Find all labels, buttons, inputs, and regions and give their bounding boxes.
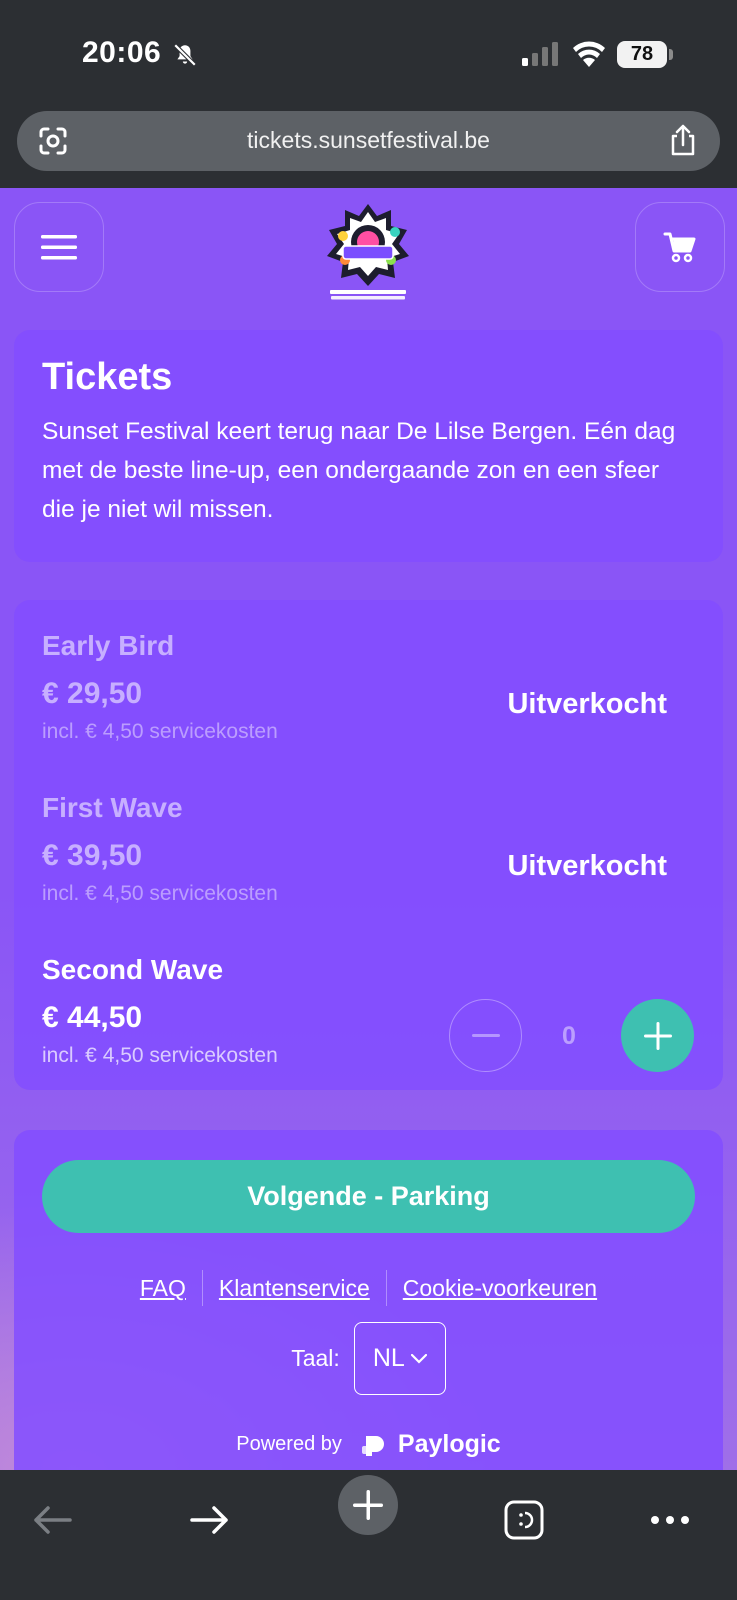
plus-icon <box>643 1021 672 1050</box>
soldout-label: Uitverkocht <box>507 688 667 720</box>
new-tab-button[interactable] <box>338 1475 398 1535</box>
battery-indicator: 78 <box>617 41 673 68</box>
minus-icon <box>471 1033 500 1037</box>
ticket-name: Early Bird <box>42 630 175 661</box>
ticket-name: Second Wave <box>42 954 224 985</box>
browser-toolbar <box>0 1470 737 1600</box>
status-time: 20:06 <box>82 36 162 69</box>
intro-description: Sunset Festival keert terug naar De Lils… <box>42 418 676 523</box>
next-parking-button[interactable]: Volgende - Parking <box>42 1160 695 1233</box>
language-label: Taal: <box>291 1345 340 1371</box>
ticket-price: € 44,50 <box>42 1001 143 1034</box>
bell-off-icon <box>173 43 197 67</box>
ticket-name: First Wave <box>42 792 183 823</box>
paylogic-name[interactable]: Paylogic <box>398 1430 501 1459</box>
ticket-early-bird: Early Bird € 29,50 incl. € 4,50 servicek… <box>42 630 702 770</box>
arrow-left-icon <box>34 1506 72 1534</box>
page-viewport: Tickets Sunset Festival keert terug naar… <box>0 188 737 1470</box>
ticket-fee: incl. € 4,50 servicekosten <box>42 882 278 905</box>
url-text[interactable]: tickets.sunsetfestival.be <box>17 127 720 154</box>
tickets-card: Early Bird € 29,50 incl. € 4,50 servicek… <box>14 600 723 1090</box>
quantity-value: 0 <box>562 1022 576 1050</box>
more-dots-icon <box>651 1516 689 1524</box>
cart-button[interactable] <box>635 202 725 292</box>
page-title: Tickets <box>42 356 173 398</box>
paylogic-logo-icon <box>361 1435 384 1456</box>
shopping-cart-icon <box>663 232 696 263</box>
chevron-down-icon <box>410 1353 427 1364</box>
footer-links: FAQ Klantenservice Cookie-voorkeuren <box>14 1270 723 1306</box>
decrease-quantity-button[interactable] <box>449 999 522 1072</box>
arrow-right-icon <box>190 1506 228 1534</box>
ticket-fee: incl. € 4,50 servicekosten <box>42 1044 278 1067</box>
language-select[interactable]: NL <box>353 1322 446 1395</box>
ticket-fee: incl. € 4,50 servicekosten <box>42 720 278 743</box>
festival-logo[interactable] <box>325 202 411 302</box>
ticket-price: € 39,50 <box>42 839 143 872</box>
back-button[interactable] <box>22 1490 82 1550</box>
plus-icon <box>353 1490 383 1520</box>
soldout-label: Uitverkocht <box>507 850 667 882</box>
top-nav <box>0 188 737 300</box>
increase-quantity-button[interactable] <box>621 999 694 1072</box>
cookie-preferences-link[interactable]: Cookie-voorkeuren <box>387 1275 613 1302</box>
status-bar: 20:06 78 tickets.sunsetfestival.be <box>0 0 737 171</box>
cellular-signal-icon <box>522 42 558 66</box>
tabs-button[interactable] <box>494 1490 554 1550</box>
tabs-icon <box>504 1500 544 1540</box>
language-value: NL <box>372 1344 405 1372</box>
language-row: Taal: NL <box>14 1322 723 1395</box>
wifi-icon <box>573 41 605 67</box>
more-options-button[interactable] <box>640 1490 700 1550</box>
ticket-second-wave: Second Wave € 44,50 incl. € 4,50 service… <box>42 954 702 1094</box>
ticket-price: € 29,50 <box>42 677 143 710</box>
footer-card: Volgende - Parking FAQ Klantenservice Co… <box>14 1130 723 1470</box>
faq-link[interactable]: FAQ <box>124 1275 202 1302</box>
intro-card: Tickets Sunset Festival keert terug naar… <box>14 330 723 562</box>
powered-by: Powered by Paylogic <box>14 1430 723 1459</box>
share-icon[interactable] <box>668 123 698 157</box>
customer-service-link[interactable]: Klantenservice <box>203 1275 386 1302</box>
hamburger-menu-icon <box>41 235 77 260</box>
forward-button[interactable] <box>180 1490 240 1550</box>
powered-by-label: Powered by <box>236 1433 342 1455</box>
ticket-first-wave: First Wave € 39,50 incl. € 4,50 servicek… <box>42 792 702 932</box>
menu-button[interactable] <box>14 202 104 292</box>
url-bar[interactable]: tickets.sunsetfestival.be <box>17 111 720 171</box>
